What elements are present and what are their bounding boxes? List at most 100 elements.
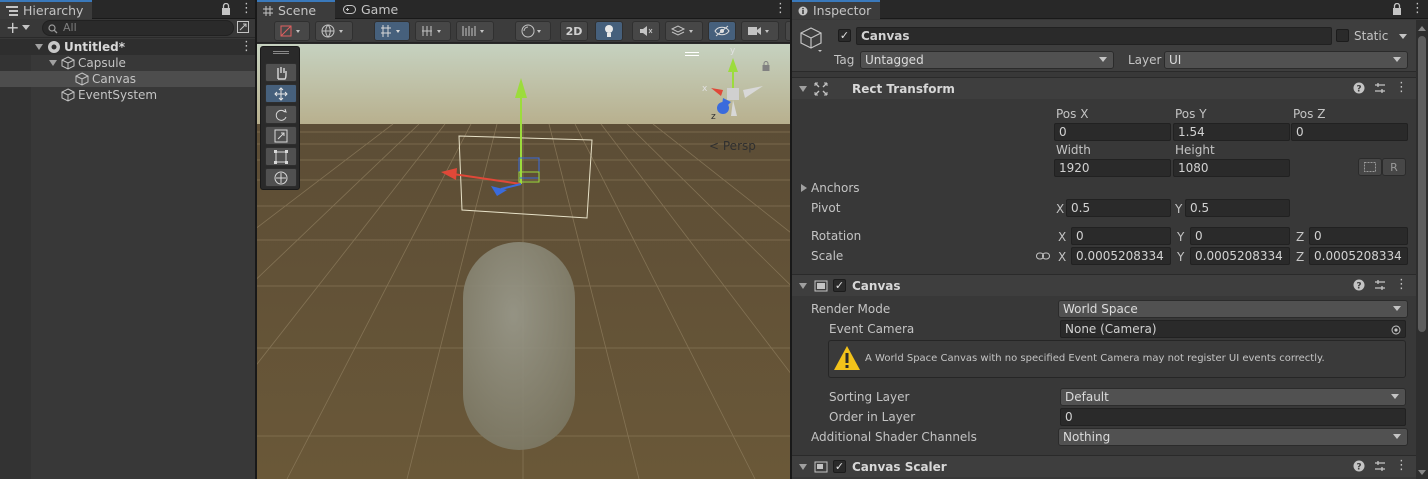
search-input[interactable]: All	[42, 20, 234, 36]
tag-dropdown[interactable]: Untagged	[860, 51, 1114, 69]
help-icon[interactable]: ?	[1353, 82, 1365, 97]
anchors-foldout-icon[interactable]	[801, 184, 807, 192]
sorting-layer-dropdown[interactable]: Default	[1060, 388, 1406, 406]
transform-tool-button[interactable]	[265, 168, 297, 187]
tab-game[interactable]: Game	[337, 0, 407, 19]
anchors-label[interactable]: Anchors	[811, 181, 860, 195]
effects-button[interactable]	[665, 21, 703, 41]
event-camera-field[interactable]: None (Camera)	[1060, 320, 1406, 338]
gizmo-lock-icon[interactable]	[762, 60, 770, 74]
blueprint-mode-button[interactable]	[1358, 158, 1382, 176]
pivot-x-field[interactable]: 0.5	[1066, 199, 1171, 217]
increment-snap-button[interactable]	[415, 21, 451, 41]
list-item[interactable]: Canvas	[0, 71, 255, 87]
scale-x-field[interactable]: 0.0005208334	[1071, 247, 1171, 265]
render-mode-dropdown[interactable]: World Space	[1058, 300, 1408, 318]
preset-sliders-icon[interactable]	[1374, 82, 1386, 97]
list-item[interactable]: Capsule	[0, 55, 255, 71]
rotation-x-field[interactable]: 0	[1071, 227, 1171, 245]
order-in-layer-field[interactable]: 0	[1060, 408, 1406, 426]
static-checkbox[interactable]	[1336, 29, 1349, 42]
object-picker-icon[interactable]	[1391, 324, 1401, 337]
scale-y-axis: Y	[1177, 250, 1185, 264]
blueprint-icon	[1364, 162, 1376, 172]
shader-channels-dropdown[interactable]: Nothing	[1058, 428, 1408, 446]
toggle-2d-button[interactable]: 2D	[560, 21, 588, 41]
hierarchy-tabbar: Hierarchy ⋮	[0, 0, 255, 19]
draw-mode-button[interactable]	[274, 21, 310, 41]
preset-sliders-icon[interactable]	[1374, 460, 1386, 475]
scene-visibility-icon[interactable]	[237, 21, 249, 36]
gameobject-cube-icon[interactable]	[800, 26, 824, 55]
scrollbar-thumb[interactable]	[1418, 36, 1426, 332]
more-menu-icon[interactable]: ⋮	[1411, 1, 1424, 16]
expand-arrow-icon[interactable]	[49, 60, 57, 66]
lock-icon[interactable]	[1392, 2, 1402, 18]
rotation-z-field[interactable]: 0	[1309, 227, 1408, 245]
render-mode-button[interactable]	[315, 21, 353, 41]
add-icon[interactable]: +	[6, 18, 19, 37]
static-dropdown-icon[interactable]	[1399, 34, 1407, 39]
foldout-arrow-icon[interactable]	[799, 86, 807, 92]
persp-label[interactable]: < Persp	[709, 139, 756, 153]
camera-button[interactable]	[741, 21, 779, 41]
ruler-button[interactable]	[456, 21, 494, 41]
tab-scene[interactable]: Scene	[257, 0, 335, 19]
raw-edit-button[interactable]: R	[1382, 158, 1406, 176]
tab-hierarchy[interactable]: Hierarchy	[0, 0, 92, 19]
pos-y-field[interactable]: 1.54	[1173, 123, 1290, 141]
scale-z-field[interactable]: 0.0005208334	[1309, 247, 1408, 265]
foldout-arrow-icon[interactable]	[799, 283, 807, 289]
hidden-objects-button[interactable]	[708, 21, 736, 41]
pos-x-field[interactable]: 0	[1054, 123, 1171, 141]
rect-tool-button[interactable]	[265, 147, 297, 166]
tab-inspector[interactable]: Inspector	[792, 0, 880, 19]
rect-transform-header[interactable]: Rect Transform ? ⋮	[792, 77, 1416, 99]
object-name-field[interactable]: Canvas	[856, 27, 1332, 45]
scene-more-icon[interactable]: ⋮	[240, 39, 253, 54]
audio-button[interactable]	[632, 21, 660, 41]
more-menu-icon[interactable]: ⋮	[240, 1, 253, 16]
scale-y-field[interactable]: 0.0005208334	[1190, 247, 1290, 265]
scrollbar[interactable]	[1416, 20, 1428, 479]
list-item[interactable]: EventSystem	[0, 87, 255, 103]
hand-tool-button[interactable]	[265, 63, 297, 82]
scale-tool-button[interactable]	[265, 126, 297, 145]
canvas-scaler-header[interactable]: ✓ Canvas Scaler ? ⋮	[792, 455, 1416, 477]
scroll-down-icon[interactable]	[1418, 470, 1426, 475]
active-checkbox[interactable]: ✓	[838, 29, 851, 42]
help-icon[interactable]: ?	[1353, 279, 1365, 294]
component-more-icon[interactable]: ⋮	[1395, 277, 1408, 292]
component-more-icon[interactable]: ⋮	[1395, 458, 1408, 473]
canvas-scaler-enabled-checkbox[interactable]: ✓	[833, 460, 846, 473]
rotate-tool-button[interactable]	[265, 105, 297, 124]
layer-dropdown[interactable]: UI	[1164, 51, 1408, 69]
shading-mode-button[interactable]	[515, 21, 551, 41]
lighting-button[interactable]	[595, 21, 623, 41]
drag-handle[interactable]	[273, 51, 289, 54]
move-arrows-icon	[274, 86, 288, 101]
lock-icon[interactable]	[221, 3, 231, 15]
chevron-down-icon[interactable]	[22, 25, 30, 30]
height-field[interactable]: 1080	[1173, 159, 1290, 177]
grid-snap-button[interactable]	[374, 21, 410, 41]
component-more-icon[interactable]: ⋮	[1395, 80, 1408, 95]
link-icon[interactable]	[1036, 250, 1050, 264]
foldout-arrow-icon[interactable]	[799, 464, 807, 470]
scene-row[interactable]: Untitled* ⋮	[0, 39, 255, 55]
more-menu-icon[interactable]: ⋮	[774, 1, 787, 16]
scroll-up-icon[interactable]	[1418, 26, 1426, 31]
gizmo-menu-icon[interactable]	[685, 52, 699, 56]
canvas-enabled-checkbox[interactable]: ✓	[833, 279, 846, 292]
gizmo-y-label: y	[730, 46, 736, 56]
pos-z-field[interactable]: 0	[1291, 123, 1408, 141]
width-field[interactable]: 1920	[1054, 159, 1171, 177]
rotation-y-field[interactable]: 0	[1190, 227, 1290, 245]
help-icon[interactable]: ?	[1353, 460, 1365, 475]
orientation-gizmo[interactable]: y x z	[697, 46, 767, 125]
move-tool-button[interactable]	[265, 84, 297, 103]
preset-sliders-icon[interactable]	[1374, 279, 1386, 294]
expand-arrow-icon[interactable]	[35, 44, 43, 50]
pivot-y-field[interactable]: 0.5	[1185, 199, 1290, 217]
canvas-component-header[interactable]: ✓ Canvas ? ⋮	[792, 274, 1416, 296]
